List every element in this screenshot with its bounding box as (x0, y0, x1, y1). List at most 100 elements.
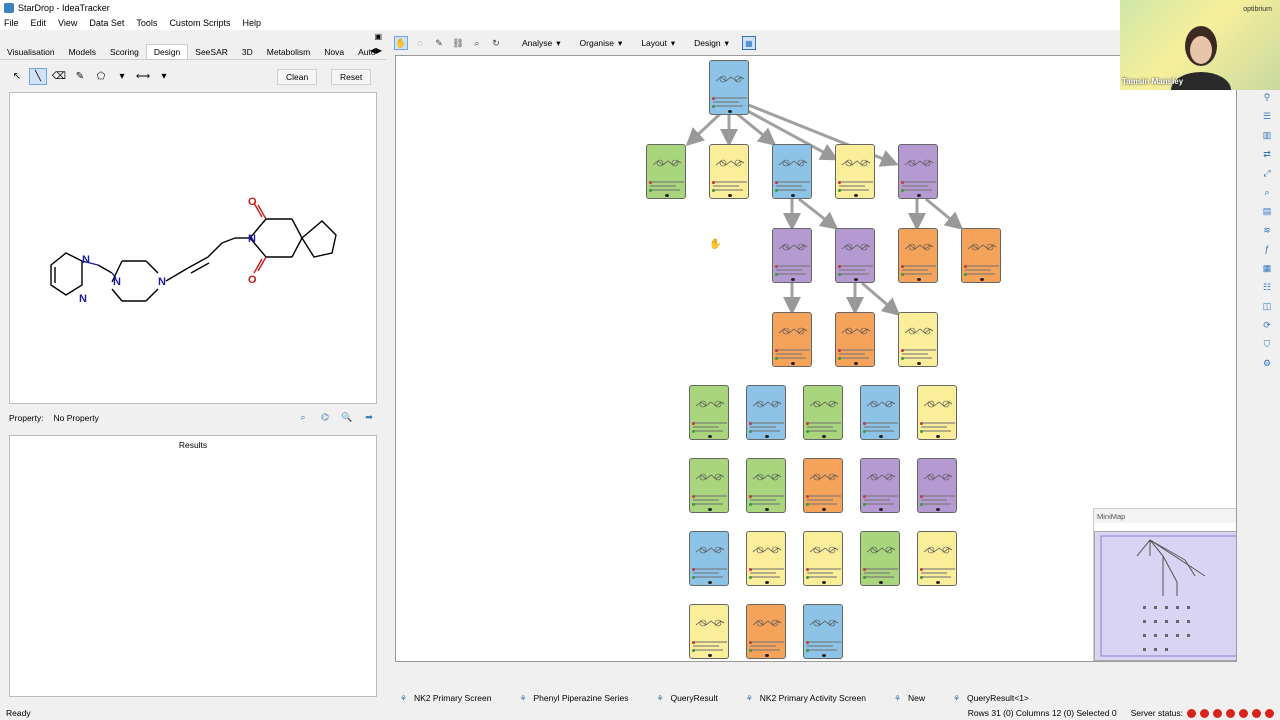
substructure-search-icon[interactable]: ⌕ (295, 410, 311, 425)
idea-node[interactable] (746, 531, 786, 586)
idea-node[interactable] (772, 228, 812, 283)
chain-icon[interactable]: ⟷ (134, 68, 152, 85)
organise-menu[interactable]: Organise ▾ (580, 38, 623, 49)
idea-node[interactable] (917, 385, 957, 440)
idea-node[interactable] (689, 604, 729, 659)
idea-node[interactable] (803, 604, 843, 659)
design-menu[interactable]: Design ▾ (694, 38, 729, 49)
tab-phenyl-piperazine-series[interactable]: ⚘ Phenyl Piperazine Series (505, 693, 642, 703)
idea-tree-view[interactable]: ✋ MiniMap ⬇ (395, 55, 1237, 662)
sync-icon[interactable]: ⟳ (1259, 317, 1275, 333)
eraser-icon[interactable]: ⌫ (50, 68, 68, 85)
minimap-node (1187, 606, 1190, 609)
menu-help[interactable]: Help (242, 18, 261, 28)
property-value[interactable]: No Property (54, 413, 99, 423)
swap-icon[interactable]: ⇄ (1259, 146, 1275, 162)
expand-icon[interactable]: ⤢ (1259, 165, 1275, 181)
tab-query-result[interactable]: ⚘ QueryResult (642, 693, 731, 703)
idea-node[interactable] (898, 144, 938, 199)
idea-node[interactable] (803, 458, 843, 513)
tab-visualisation[interactable]: Visualisation (0, 45, 62, 59)
function-icon[interactable]: ƒ (1259, 241, 1275, 257)
search-icon[interactable]: 🔍 (339, 410, 355, 425)
idea-node[interactable] (709, 60, 749, 115)
ring-dropdown-icon[interactable]: ▾ (113, 68, 131, 85)
table-icon[interactable]: ☰ (1259, 108, 1275, 124)
idea-node[interactable] (772, 144, 812, 199)
idea-node[interactable] (689, 458, 729, 513)
zoom-icon[interactable]: ⌕ (470, 36, 484, 50)
tab-metabolism[interactable]: Metabolism (260, 45, 317, 59)
idea-node[interactable] (860, 458, 900, 513)
bond-line-icon[interactable]: ╲ (29, 68, 47, 85)
chain-dropdown-icon[interactable]: ▾ (155, 68, 173, 85)
layers-icon[interactable]: ◫ (1259, 298, 1275, 314)
person-icon[interactable]: ⚲ (1259, 89, 1275, 105)
idea-node[interactable] (835, 228, 875, 283)
idea-node[interactable] (646, 144, 686, 199)
filter-icon[interactable]: ▤ (1259, 203, 1275, 219)
idea-node[interactable] (746, 604, 786, 659)
tab-design[interactable]: Design (145, 44, 189, 59)
pan-hand-icon[interactable]: ✋ (394, 36, 408, 50)
tab-nk2-primary-activity-screen[interactable]: ⚘ NK2 Primary Activity Screen (732, 693, 880, 703)
idea-node[interactable] (898, 228, 938, 283)
ring-icon[interactable]: ⬠ (92, 68, 110, 85)
download-arrow-icon[interactable]: ⬇ (1235, 512, 1236, 521)
idea-node[interactable] (917, 458, 957, 513)
idea-node[interactable] (689, 385, 729, 440)
idea-node[interactable] (860, 531, 900, 586)
select-arrow-icon[interactable]: ↖ (8, 68, 26, 85)
minimap-view[interactable] (1094, 531, 1236, 661)
idea-node[interactable] (746, 458, 786, 513)
tab-nk2-primary-screen[interactable]: ⚘ NK2 Primary Screen (386, 693, 505, 703)
tab-new[interactable]: ⚘ New (880, 693, 939, 703)
pin-icon[interactable]: ▣ (374, 32, 382, 41)
structure-canvas[interactable]: N N N N N O O (9, 92, 377, 404)
tab-scoring[interactable]: Scoring (103, 45, 146, 59)
layout-menu[interactable]: Layout ▾ (641, 38, 675, 49)
analyse-menu[interactable]: Analyse ▾ (522, 38, 561, 49)
idea-node[interactable] (746, 385, 786, 440)
idea-node[interactable] (898, 312, 938, 367)
idea-node[interactable] (961, 228, 1001, 283)
refresh-icon[interactable]: ↻ (489, 36, 503, 50)
pencil-icon[interactable]: ✎ (432, 36, 446, 50)
reset-button[interactable]: Reset (331, 69, 372, 85)
menu-custom-scripts[interactable]: Custom Scripts (169, 18, 230, 28)
shield-icon[interactable]: ⛉ (1259, 336, 1275, 352)
send-arrow-icon[interactable]: ➡ (361, 410, 377, 425)
similarity-search-icon[interactable]: ⌬ (317, 410, 333, 425)
chart-icon[interactable]: ≋ (1259, 222, 1275, 238)
idea-node[interactable] (803, 385, 843, 440)
menu-view[interactable]: View (58, 18, 77, 28)
grid-icon[interactable]: ▦ (1259, 260, 1275, 276)
menu-edit[interactable]: Edit (31, 18, 47, 28)
idea-node[interactable] (689, 531, 729, 586)
tab-models[interactable]: Models (62, 45, 103, 59)
tab-query-result-1[interactable]: ⚘ QueryResult<1> (939, 693, 1043, 703)
clean-button[interactable]: Clean (277, 69, 318, 85)
list-icon[interactable]: ☷ (1259, 279, 1275, 295)
idea-node[interactable] (835, 312, 875, 367)
tab-scroll-arrow-icon[interactable]: ◀▶ (370, 46, 382, 55)
menu-file[interactable]: File (4, 18, 19, 28)
menu-data-set[interactable]: Data Set (89, 18, 124, 28)
idea-node[interactable] (917, 531, 957, 586)
columns-icon[interactable]: ▥ (1259, 127, 1275, 143)
tab-seesar[interactable]: SeeSAR (188, 45, 235, 59)
tab-3d[interactable]: 3D (235, 45, 260, 59)
idea-node[interactable] (860, 385, 900, 440)
search-icon[interactable]: ⌕ (1259, 184, 1275, 200)
lasso-icon[interactable]: ◌ (413, 36, 427, 50)
settings-icon[interactable]: ⚙ (1259, 355, 1275, 371)
idea-node[interactable] (709, 144, 749, 199)
tab-nova[interactable]: Nova (317, 45, 351, 59)
idea-node[interactable] (835, 144, 875, 199)
idea-node[interactable] (803, 531, 843, 586)
link-icon[interactable]: ⛓ (451, 36, 465, 50)
pen-icon[interactable]: ✎ (71, 68, 89, 85)
grid-icon[interactable]: ▦ (741, 36, 756, 50)
idea-node[interactable] (772, 312, 812, 367)
menu-tools[interactable]: Tools (136, 18, 157, 28)
